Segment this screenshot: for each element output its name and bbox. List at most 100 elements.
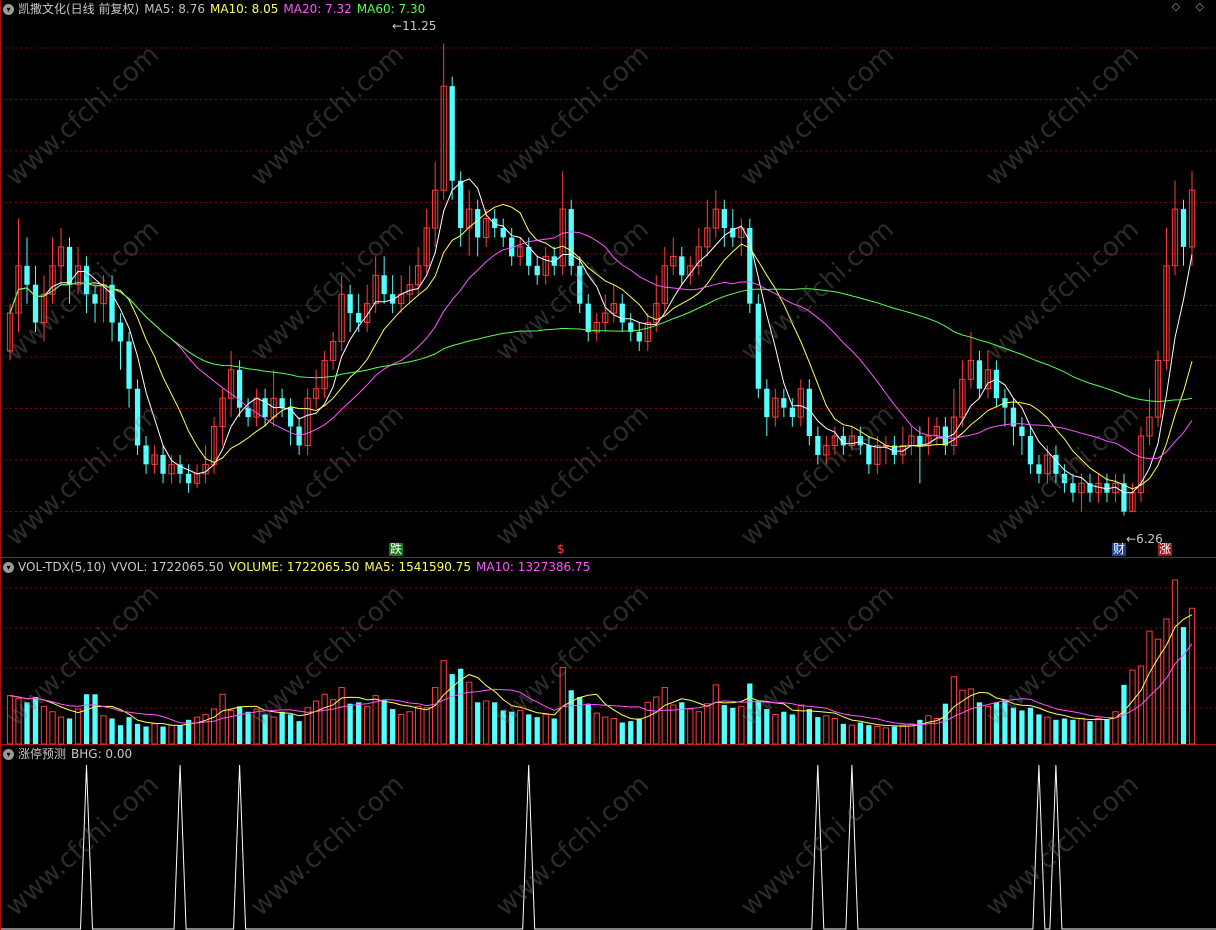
volume-bar-down [66, 718, 73, 744]
volume-bar-up [908, 723, 915, 745]
volume-bar-up [874, 726, 881, 745]
volume-bar-down [1027, 707, 1034, 744]
volume-bar-up [1129, 669, 1136, 745]
volume-bar-up [1095, 717, 1102, 745]
volume-bar-down [287, 714, 294, 744]
volume-bar-up [712, 684, 719, 745]
candle-body-down [781, 398, 787, 408]
candle-body-down [866, 445, 872, 465]
tag-zhang[interactable]: 涨 [1158, 543, 1173, 556]
volume-bar-up [74, 708, 82, 745]
volume-bar-up [831, 717, 838, 745]
candle-body-down [1036, 464, 1042, 474]
volume-bar-up [1146, 630, 1153, 745]
volume-bar-up [653, 696, 660, 745]
volume-bar-down [1061, 718, 1068, 744]
candle-body-down [356, 313, 362, 323]
volume-bar-down [83, 694, 90, 744]
candle-body-down [619, 303, 625, 323]
volume-bar-up [6, 695, 14, 745]
volume-bar-up [100, 715, 107, 745]
volume-bar-down [1104, 719, 1110, 744]
candle-body-down [83, 265, 90, 295]
volume-bar-up [644, 701, 651, 745]
volume-bar-up [304, 707, 311, 745]
volume-bar-up [695, 711, 702, 745]
candle-body-down [24, 265, 30, 285]
volume-bar-up [823, 715, 830, 745]
volume-bar-down [764, 709, 770, 744]
candle-body-down [160, 454, 166, 474]
candle-body-down [32, 284, 39, 323]
volume-chart-pane[interactable]: ▾ VOL-TDX(5,10) VVOL: 1722065.50 VOLUME: 17… [0, 558, 1216, 745]
volume-bar-down [619, 722, 625, 744]
volume-bar-up [984, 705, 992, 745]
indicator-chart-svg [0, 745, 1216, 930]
volume-bar-down [917, 719, 923, 744]
volume-bar-down [755, 700, 761, 744]
volume-bar-down [500, 710, 506, 744]
volume-bar-down [1010, 707, 1017, 744]
tag-die[interactable]: 跌 [389, 543, 404, 556]
volume-bar-down [806, 709, 812, 744]
volume-bar-up [415, 705, 422, 745]
volume-bar-up [321, 693, 328, 745]
ma20-label: MA20: 7.32 [283, 2, 352, 16]
collapse-icon[interactable]: ▾ [3, 562, 14, 573]
candle-body-down [1180, 209, 1187, 247]
volume-bar-down [551, 718, 557, 744]
volume-bar-up [950, 676, 958, 745]
volume-bar-up [1078, 717, 1085, 745]
volume-bar-down [134, 723, 141, 744]
volume-bar-up [330, 699, 337, 745]
volume-bar-up [772, 713, 779, 745]
volume-bar-down [143, 726, 149, 744]
candle-body-down [585, 303, 591, 332]
volume-bar-down [160, 726, 166, 744]
bhg-signal-line [0, 764, 1216, 930]
volume-bar-down [568, 690, 574, 744]
volume-bar-down [942, 703, 949, 744]
collapse-icon[interactable]: ▾ [3, 749, 14, 760]
volume-bar-up [593, 712, 600, 745]
volume-bar-up [193, 716, 201, 745]
volume-bar-down [347, 703, 353, 744]
volume-bar-down [789, 714, 795, 744]
candle-body-down [347, 294, 353, 314]
volume-bar-up [483, 700, 490, 745]
volume-chart-svg [0, 558, 1216, 745]
volume-bar-up [738, 705, 745, 745]
volume-bar-down [857, 722, 863, 744]
volume-bar-up [440, 660, 447, 745]
tag-cai[interactable]: 财 [1112, 543, 1127, 556]
volume-bar-up [517, 709, 524, 745]
candle-body-down [1070, 483, 1076, 493]
indicator-chart-pane[interactable]: ▾ 涨停预测 BHG: 0.00 [0, 745, 1216, 930]
volume-bar-down [1070, 719, 1076, 744]
volume-bar-down [92, 694, 98, 744]
candle-body-down [126, 341, 132, 389]
volume-indicator-name: VOL-TDX(5,10) [18, 560, 107, 574]
corner-diamond-icons[interactable]: ◇ ◇ [1172, 0, 1210, 13]
candle-body-down [568, 209, 574, 266]
volume-bar-up [406, 711, 413, 745]
tag-dollar[interactable]: $ [556, 543, 566, 556]
volume-bar-down [1002, 699, 1008, 744]
volume-bar-down [32, 696, 39, 744]
price-chart-pane[interactable]: ▾ 凯撒文化(日线 前复权) MA5: 8.76 MA10: 8.05 MA20: 7.… [0, 0, 1216, 558]
candle-body-down [1053, 454, 1059, 474]
volume-bar-up [959, 689, 966, 745]
volume-bar-down [815, 717, 821, 744]
collapse-icon[interactable]: ▾ [3, 4, 14, 15]
volume-bar-up [661, 687, 668, 745]
candle-body-down [857, 436, 863, 446]
volume-bar-up [432, 687, 439, 745]
volume-bar-down [1036, 714, 1042, 744]
candle-body-down [577, 265, 583, 304]
volume-bar-down [721, 705, 727, 744]
candle-body-down [1027, 436, 1034, 465]
candle-body-down [993, 369, 1000, 399]
volume-bar-down [628, 721, 634, 744]
candle-body-down [117, 322, 124, 342]
candle-body-down [381, 275, 387, 295]
